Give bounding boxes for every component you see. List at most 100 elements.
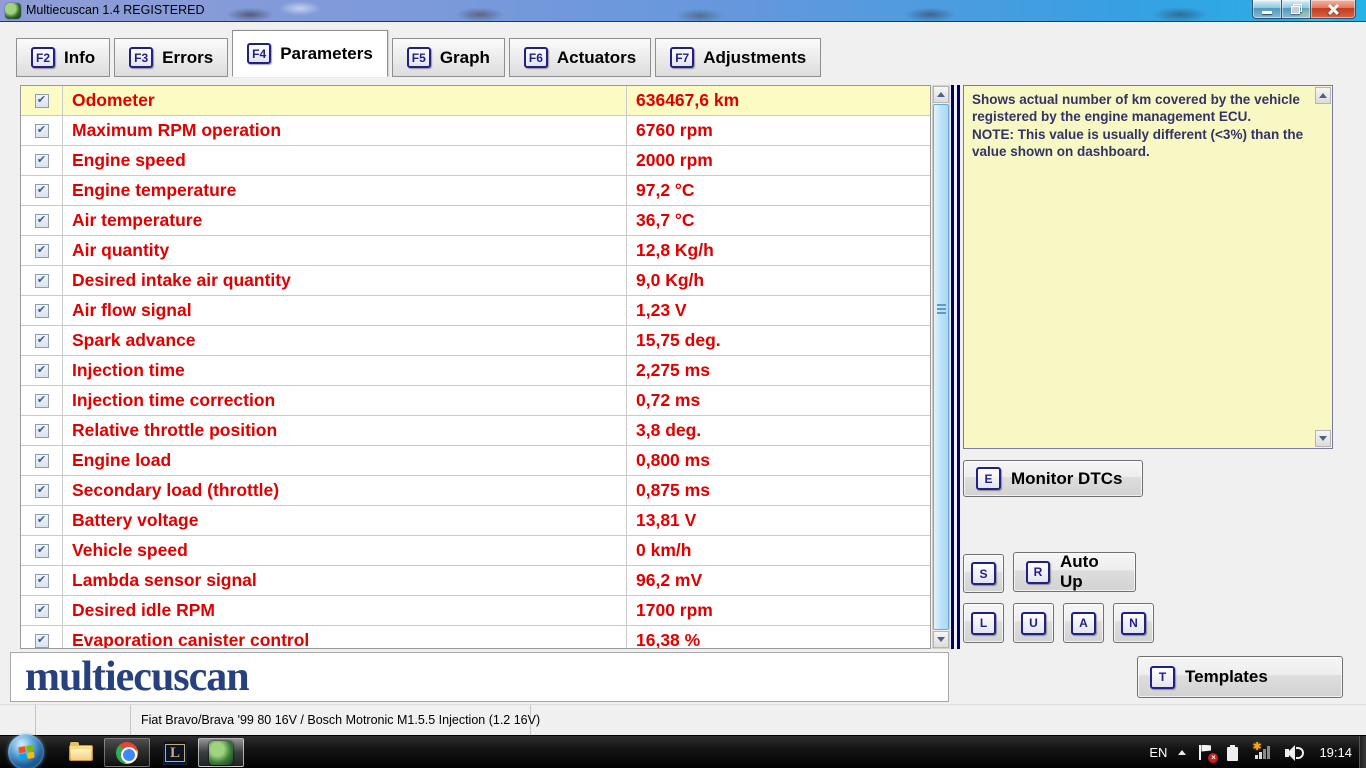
parameter-name: Engine load [63,446,626,475]
volume-icon[interactable] [1284,743,1302,763]
checkbox-icon: ✔ [35,94,49,108]
parameter-value: 0 km/h [626,536,930,565]
info-scroll-down-button[interactable] [1315,430,1331,447]
row-checkbox[interactable]: ✔ [21,176,63,205]
parameter-value: 16,38 % [626,626,930,649]
language-indicator[interactable]: EN [1149,745,1167,760]
row-checkbox[interactable]: ✔ [21,266,63,295]
row-checkbox[interactable]: ✔ [21,386,63,415]
table-row[interactable]: ✔Evaporation canister control16,38 % [21,626,930,649]
checkbox-icon: ✔ [35,634,49,648]
close-icon [1327,3,1339,15]
l-button[interactable]: L [963,603,1004,643]
info-paragraph: NOTE: This value is usually different (<… [972,126,1306,161]
table-row[interactable]: ✔Air flow signal1,23 V [21,296,930,326]
row-checkbox[interactable]: ✔ [21,506,63,535]
table-row[interactable]: ✔Air quantity12,8 Kg/h [21,236,930,266]
check-icon: ✔ [37,305,46,316]
a-button[interactable]: A [1063,603,1104,643]
restore-icon [1291,4,1302,14]
check-icon: ✔ [37,485,46,496]
arrow-up-icon [937,92,945,97]
row-checkbox[interactable]: ✔ [21,566,63,595]
network-icon[interactable]: ✱ [1255,743,1273,763]
table-row[interactable]: ✔Injection time correction0,72 ms [21,386,930,416]
row-checkbox[interactable]: ✔ [21,536,63,565]
tab-errors[interactable]: F3Errors [114,38,228,77]
row-checkbox[interactable]: ✔ [21,476,63,505]
parameter-name: Desired intake air quantity [63,266,626,295]
table-row[interactable]: ✔Engine load0,800 ms [21,446,930,476]
thumb-grip-icon [937,304,946,314]
file-explorer-button[interactable] [64,738,98,767]
row-checkbox[interactable]: ✔ [21,326,63,355]
table-row[interactable]: ✔Desired idle RPM1700 rpm [21,596,930,626]
tab-info[interactable]: F2Info [16,38,110,77]
row-checkbox[interactable]: ✔ [21,626,63,649]
tab-bar: F2InfoF3ErrorsF4ParametersF5GraphF6Actua… [16,30,821,77]
u-button[interactable]: U [1013,603,1054,643]
row-checkbox[interactable]: ✔ [21,86,63,115]
show-desktop-button[interactable] [1359,736,1366,768]
row-checkbox[interactable]: ✔ [21,206,63,235]
monitor-dtcs-button[interactable]: E Monitor DTCs [963,460,1143,497]
row-checkbox[interactable]: ✔ [21,416,63,445]
table-row[interactable]: ✔Odometer636467,6 km [21,86,930,116]
action-center-flag-icon[interactable]: × [1197,743,1215,763]
row-checkbox[interactable]: ✔ [21,356,63,385]
table-row[interactable]: ✔Engine temperature97,2 °C [21,176,930,206]
auto-up-button[interactable]: R Auto Up [1013,552,1136,592]
table-row[interactable]: ✔Engine speed2000 rpm [21,146,930,176]
table-row[interactable]: ✔Lambda sensor signal96,2 mV [21,566,930,596]
chrome-button[interactable] [104,738,150,767]
auto-up-label: Auto Up [1060,552,1123,592]
parameter-value: 0,72 ms [626,386,930,415]
start-button[interactable] [8,734,44,768]
scroll-up-button[interactable] [933,86,949,103]
hidden-icons-arrow[interactable] [1178,750,1186,755]
row-checkbox[interactable]: ✔ [21,596,63,625]
templates-button[interactable]: T Templates [1137,656,1343,698]
table-row[interactable]: ✔Maximum RPM operation6760 rpm [21,116,930,146]
league-of-legends-button[interactable]: L [158,738,192,767]
tab-parameters[interactable]: F4Parameters [232,30,388,77]
minimize-icon [1262,11,1272,14]
window-title: Multiecuscan 1.4 REGISTERED [26,3,205,17]
row-checkbox[interactable]: ✔ [21,116,63,145]
row-checkbox[interactable]: ✔ [21,296,63,325]
row-checkbox[interactable]: ✔ [21,446,63,475]
table-row[interactable]: ✔Relative throttle position3,8 deg. [21,416,930,446]
restore-button[interactable] [1282,0,1310,19]
row-checkbox[interactable]: ✔ [21,146,63,175]
scroll-down-button[interactable] [933,631,949,648]
battery-icon[interactable] [1226,743,1244,763]
n-button[interactable]: N [1113,603,1154,643]
check-icon: ✔ [37,125,46,136]
table-row[interactable]: ✔Vehicle speed0 km/h [21,536,930,566]
parameter-value: 3,8 deg. [626,416,930,445]
s-button[interactable]: S [963,554,1004,593]
tab-label: Parameters [280,44,373,64]
tab-graph[interactable]: F5Graph [392,38,505,77]
keycap-f2: F2 [31,47,55,68]
table-row[interactable]: ✔Injection time2,275 ms [21,356,930,386]
scrollbar-thumb[interactable] [933,104,949,630]
check-icon: ✔ [37,215,46,226]
multiecuscan-taskbar-button[interactable] [198,738,244,767]
close-button[interactable] [1310,0,1356,19]
info-scroll-up-button[interactable] [1315,87,1331,104]
info-scrollbar[interactable] [1314,87,1331,447]
tab-adjustments[interactable]: F7Adjustments [655,38,821,77]
table-scrollbar[interactable] [932,85,950,649]
clock[interactable]: 19:14 [1319,745,1352,760]
table-row[interactable]: ✔Secondary load (throttle)0,875 ms [21,476,930,506]
minimize-button[interactable] [1252,0,1282,19]
table-row[interactable]: ✔Battery voltage13,81 V [21,506,930,536]
tab-actuators[interactable]: F6Actuators [509,38,651,77]
row-checkbox[interactable]: ✔ [21,236,63,265]
table-row[interactable]: ✔Spark advance15,75 deg. [21,326,930,356]
keycap-f3: F3 [129,47,153,68]
table-row[interactable]: ✔Desired intake air quantity9,0 Kg/h [21,266,930,296]
checkbox-icon: ✔ [35,244,49,258]
table-row[interactable]: ✔Air temperature36,7 °C [21,206,930,236]
